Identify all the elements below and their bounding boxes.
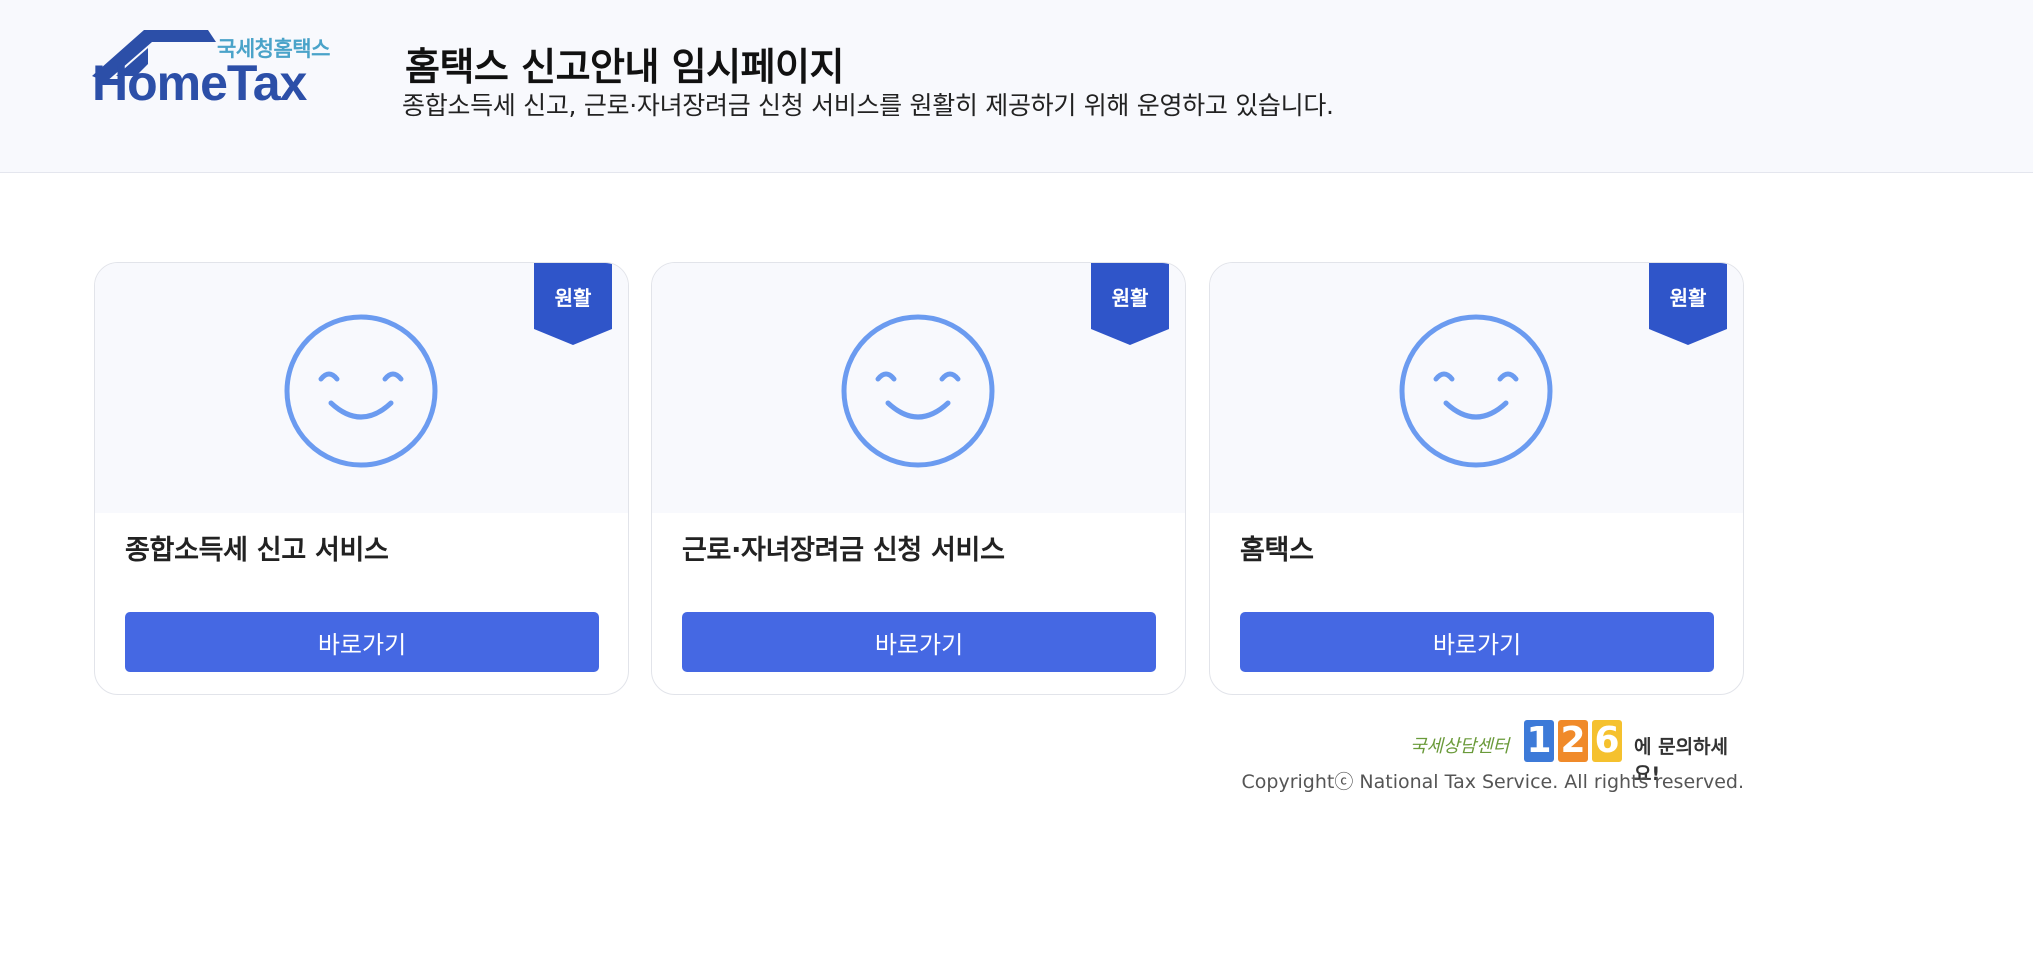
card-title: 근로·자녀장려금 신청 서비스 — [682, 535, 1005, 566]
card-title: 홈택스 — [1240, 535, 1314, 566]
status-badge-label: 원활 — [554, 286, 592, 310]
smiley-face-icon — [1399, 314, 1553, 468]
status-badge: 원활 — [1091, 263, 1169, 345]
status-badge-label: 원활 — [1111, 286, 1149, 310]
page-subtitle: 종합소득세 신고, 근로·자녀장려금 신청 서비스를 원활히 제공하기 위해 운… — [402, 91, 1334, 120]
go-button-hometax[interactable]: 바로가기 — [1240, 612, 1714, 672]
go-button-income-tax[interactable]: 바로가기 — [125, 612, 599, 672]
card-title: 종합소득세 신고 서비스 — [125, 535, 389, 566]
service-card-earned-income-credit: 원활 근로·자녀장려금 신청 서비스 바로가기 — [651, 262, 1186, 695]
service-card-income-tax: 원활 종합소득세 신고 서비스 바로가기 — [94, 262, 629, 695]
contact-center-banner: 국세상담센터 1 2 6 에 문의하세요! — [1410, 720, 1745, 785]
smiley-face-icon — [284, 314, 438, 468]
card-media: 원활 — [1210, 263, 1743, 513]
status-badge-label: 원활 — [1669, 286, 1707, 310]
logo-text-english: HomeTax — [92, 55, 307, 111]
card-media: 원활 — [95, 263, 628, 513]
smiley-face-icon — [841, 314, 995, 468]
status-badge: 원활 — [1649, 263, 1727, 345]
header: 국세청홈택스 HomeTax 홈택스 신고안내 임시페이지 종합소득세 신고, … — [0, 0, 2033, 173]
copyright-text: Copyrightⓒ National Tax Service. All rig… — [1241, 771, 1744, 793]
service-card-hometax: 원활 홈택스 바로가기 — [1209, 262, 1744, 695]
go-button-earned-income-credit[interactable]: 바로가기 — [682, 612, 1156, 672]
contact-digit: 6 — [1592, 720, 1622, 762]
contact-digit: 2 — [1558, 720, 1588, 762]
status-badge: 원활 — [534, 263, 612, 345]
contact-digit: 1 — [1524, 720, 1554, 762]
contact-center-label: 국세상담센터 — [1410, 736, 1510, 757]
card-media: 원활 — [652, 263, 1185, 513]
page-title: 홈택스 신고안내 임시페이지 — [405, 45, 844, 89]
